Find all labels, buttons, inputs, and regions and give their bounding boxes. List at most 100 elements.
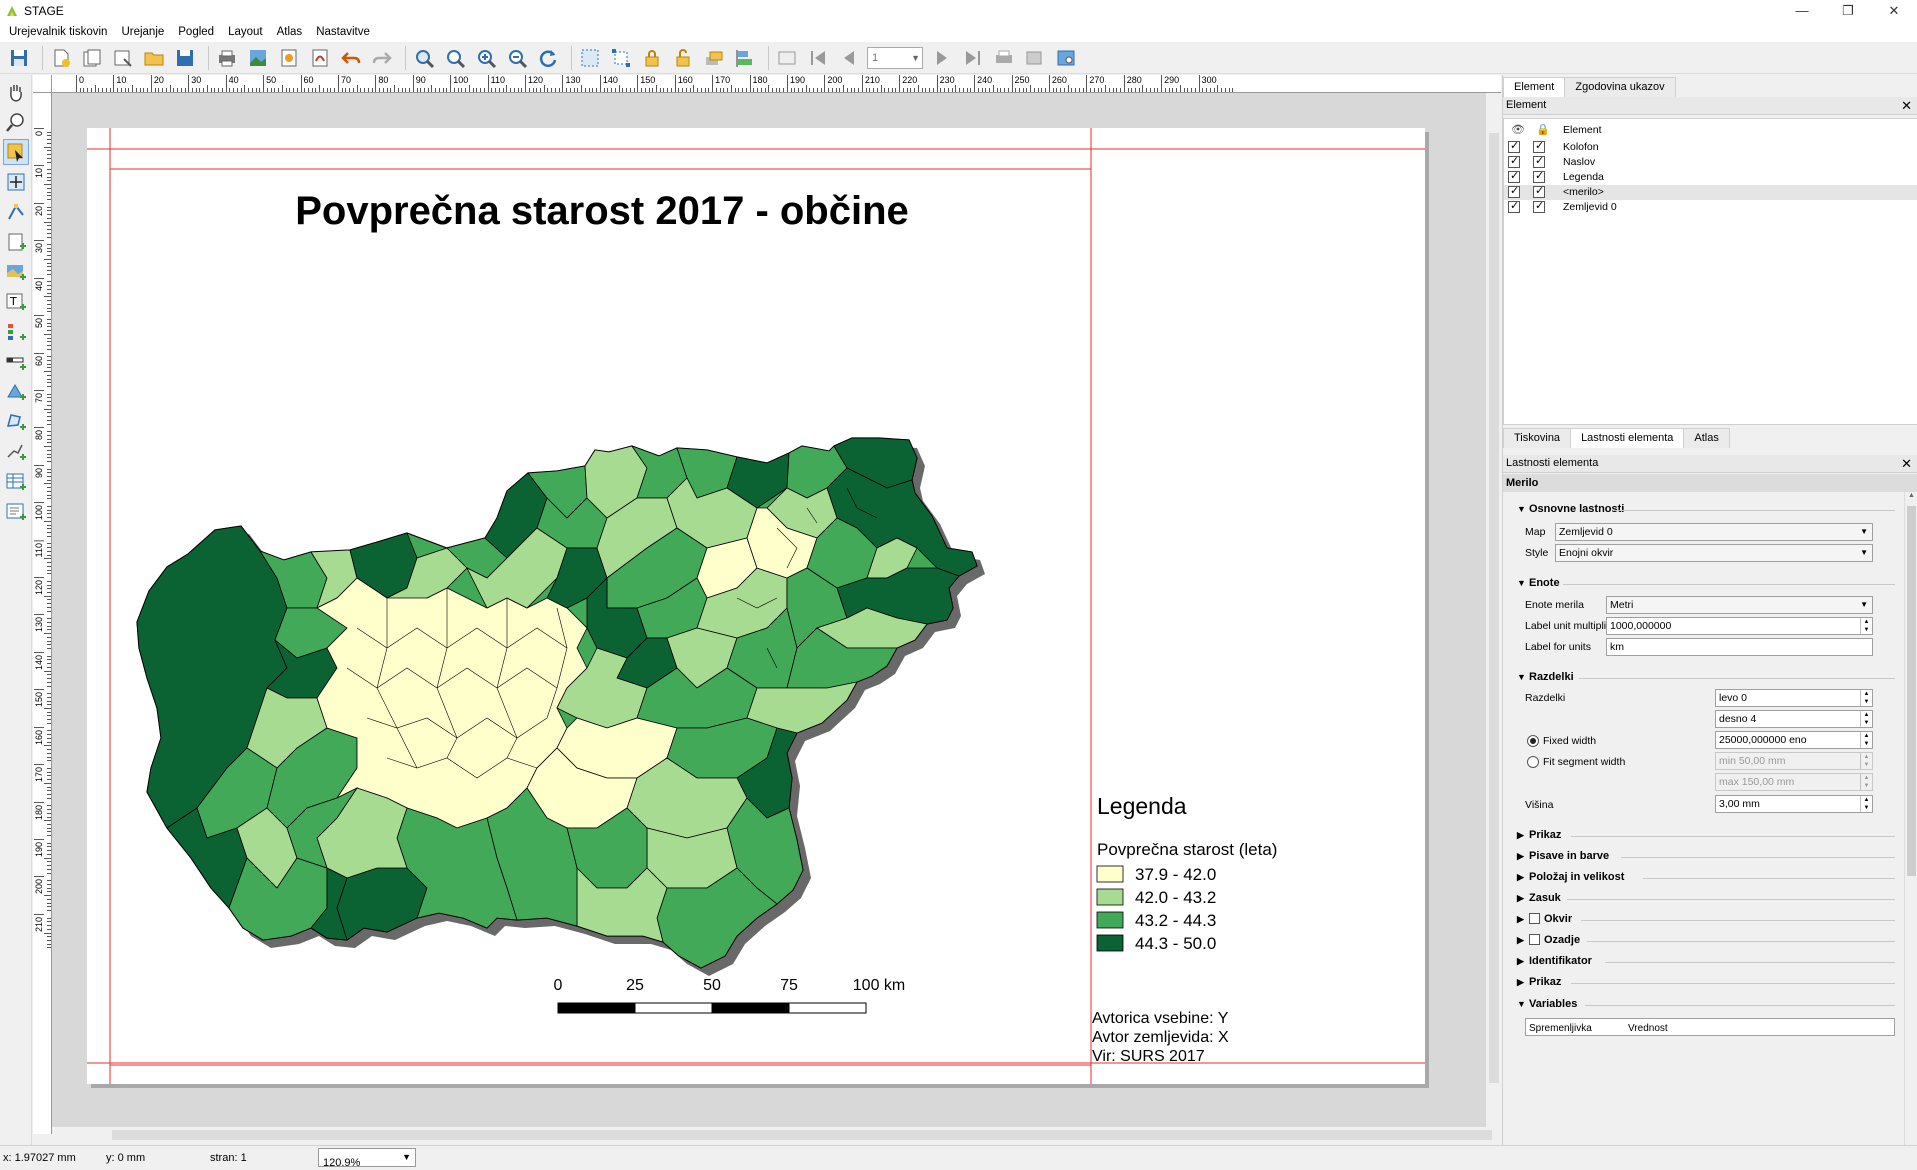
zoom-tool[interactable]: [3, 109, 29, 135]
lock-checkbox[interactable]: [1533, 169, 1545, 184]
pan-tool[interactable]: [3, 79, 29, 105]
layout-manager-button[interactable]: [110, 45, 136, 71]
section-main-properties[interactable]: ▼ Osnovne lastnosti: [1517, 503, 1624, 515]
open-template-button[interactable]: [141, 45, 167, 71]
resize-items-button[interactable]: [608, 45, 634, 71]
tab-layout[interactable]: Tiskovina: [1503, 428, 1572, 448]
spin-arrows-icon[interactable]: ▲ ▼: [1860, 753, 1872, 769]
variables-table[interactable]: Spremenljivka Vrednost: [1525, 1018, 1895, 1036]
add-scalebar-tool[interactable]: [3, 349, 29, 375]
add-attribute-table-tool[interactable]: [3, 469, 29, 495]
spin-arrows-icon[interactable]: ▲ ▼: [1860, 774, 1872, 790]
atlas-preview-button[interactable]: [774, 45, 800, 71]
section-variables[interactable]: ▼ Variables: [1517, 998, 1577, 1010]
refresh-button[interactable]: [535, 45, 561, 71]
visibility-checkbox[interactable]: [1508, 169, 1520, 184]
select-all-button[interactable]: [577, 45, 603, 71]
menu-edit[interactable]: Urejanje: [114, 26, 171, 38]
close-button[interactable]: ✕: [1871, 0, 1917, 22]
save-template-button[interactable]: [172, 45, 198, 71]
atlas-last-button[interactable]: [960, 45, 986, 71]
lock-items-button[interactable]: [639, 45, 665, 71]
add-polygon-tool[interactable]: [3, 409, 29, 435]
canvas-horizontal-scrollbar[interactable]: [52, 1127, 1501, 1143]
export-image-button[interactable]: [245, 45, 271, 71]
units-text-field[interactable]: km: [1606, 638, 1873, 656]
visibility-checkbox[interactable]: [1508, 184, 1520, 199]
atlas-settings-button[interactable]: [1053, 45, 1079, 71]
segments-left-field[interactable]: levo 0 ▲ ▼: [1715, 689, 1873, 707]
close-icon[interactable]: ✕: [1901, 97, 1912, 114]
background-checkbox[interactable]: [1529, 934, 1540, 945]
zoom-in-button[interactable]: [473, 45, 499, 71]
section-fonts-colors[interactable]: ▶ Pisave in barve: [1517, 850, 1609, 862]
lock-checkbox[interactable]: [1533, 154, 1545, 169]
zoom-100-button[interactable]: [442, 45, 468, 71]
list-item[interactable]: Naslov: [1504, 154, 1917, 170]
section-frame[interactable]: ▶ Okvir: [1517, 913, 1572, 925]
menu-atlas[interactable]: Atlas: [270, 26, 310, 38]
canvas-vertical-scrollbar[interactable]: [1486, 93, 1502, 1127]
scrollbar-thumb[interactable]: [1489, 133, 1499, 1083]
section-rendering[interactable]: ▶ Prikaz: [1517, 976, 1561, 988]
tab-atlas[interactable]: Atlas: [1683, 428, 1730, 448]
legend[interactable]: Legenda Povprečna starost (leta) 37.9 - …: [1096, 793, 1277, 953]
visibility-checkbox[interactable]: [1508, 139, 1520, 154]
lock-checkbox[interactable]: [1533, 199, 1545, 214]
atlas-page-input[interactable]: 1 ▼: [867, 46, 923, 69]
atlas-prev-button[interactable]: [836, 45, 862, 71]
segments-right-field[interactable]: desno 4 ▲ ▼: [1715, 710, 1873, 728]
tab-undo-history[interactable]: Zgodovina ukazov: [1564, 77, 1676, 97]
lock-checkbox[interactable]: [1533, 139, 1545, 154]
close-icon[interactable]: ✕: [1901, 455, 1912, 472]
atlas-export-button[interactable]: [1022, 45, 1048, 71]
menu-layout[interactable]: Layout: [221, 26, 270, 38]
scrollbar-thumb[interactable]: [112, 1130, 1492, 1140]
section-units[interactable]: ▼ Enote: [1517, 577, 1560, 589]
duplicate-layout-button[interactable]: [79, 45, 105, 71]
scalebar[interactable]: 0 25 50 75 100 km: [554, 977, 906, 1014]
move-content-tool[interactable]: [3, 169, 29, 195]
menu-layout-manager[interactable]: Urejevalnik tiskovin: [2, 26, 114, 38]
units-select[interactable]: Metri ▼: [1606, 596, 1873, 614]
atlas-print-button[interactable]: [991, 45, 1017, 71]
atlas-next-button[interactable]: [929, 45, 955, 71]
fixed-width-field[interactable]: 25000,000000 eno ▲ ▼: [1715, 731, 1873, 749]
redo-button[interactable]: [369, 45, 395, 71]
list-item[interactable]: Legenda: [1504, 169, 1917, 185]
section-segments[interactable]: ▼ Razdelki: [1517, 671, 1574, 683]
properties-scrollbar[interactable]: ▲: [1904, 492, 1917, 1145]
min-width-field[interactable]: min 50,00 mm ▲ ▼: [1715, 752, 1873, 770]
export-svg-button[interactable]: [276, 45, 302, 71]
add-map-tool[interactable]: [3, 259, 29, 285]
section-identifier[interactable]: ▶ Identifikator: [1517, 955, 1592, 967]
section-display[interactable]: ▶ Prikaz: [1517, 829, 1561, 841]
add-polyline-tool[interactable]: [3, 439, 29, 465]
zoom-combo[interactable]: 120.9% ▼: [318, 1148, 416, 1169]
section-rotation[interactable]: ▶ Zasuk: [1517, 892, 1561, 904]
select-move-tool[interactable]: [3, 139, 29, 165]
section-position-size[interactable]: ▶ Položaj in velikost: [1517, 871, 1624, 883]
minimize-button[interactable]: —: [1779, 0, 1825, 22]
add-shape-tool[interactable]: [3, 379, 29, 405]
list-item[interactable]: Kolofon: [1504, 139, 1917, 155]
list-item[interactable]: Zemljevid 0: [1504, 199, 1917, 215]
max-width-field[interactable]: max 150,00 mm ▲ ▼: [1715, 773, 1873, 791]
fit-segment-radio[interactable]: [1527, 756, 1539, 768]
align-items-button[interactable]: [732, 45, 758, 71]
style-select[interactable]: Enojni okvir ▼: [1555, 544, 1873, 562]
add-label-tool[interactable]: T: [3, 289, 29, 315]
new-layout-button[interactable]: [48, 45, 74, 71]
add-page-tool[interactable]: [3, 229, 29, 255]
map-frame[interactable]: [136, 437, 985, 976]
menu-view[interactable]: Pogled: [171, 26, 221, 38]
spin-arrows-icon[interactable]: ▲ ▼: [1860, 796, 1872, 812]
zoom-full-button[interactable]: [411, 45, 437, 71]
zoom-out-button[interactable]: [504, 45, 530, 71]
height-field[interactable]: 3,00 mm ▲ ▼: [1715, 795, 1873, 813]
edit-nodes-tool[interactable]: [3, 199, 29, 225]
save-button[interactable]: [6, 45, 32, 71]
map-select[interactable]: Zemljevid 0 ▼: [1555, 523, 1873, 541]
layout-canvas[interactable]: Povprečna starost 2017 - občine Legenda …: [52, 93, 1501, 1134]
visibility-checkbox[interactable]: [1508, 199, 1520, 214]
